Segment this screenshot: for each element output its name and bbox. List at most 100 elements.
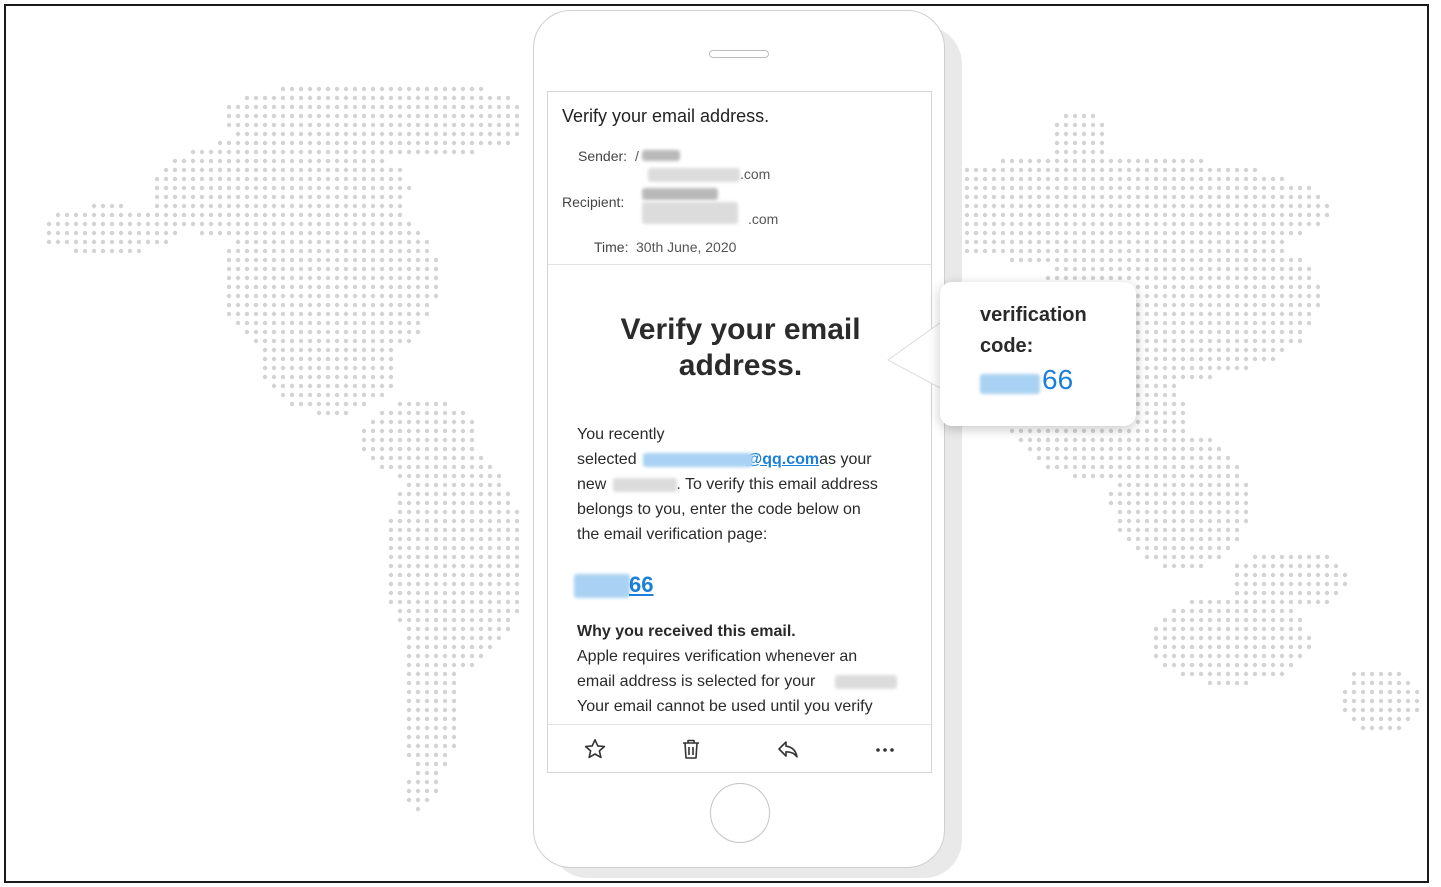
map-dot — [1063, 176, 1069, 182]
map-dot — [406, 266, 412, 272]
map-dot — [397, 239, 403, 245]
map-dot — [1189, 356, 1195, 362]
map-dot — [145, 239, 151, 245]
map-dot — [397, 338, 403, 344]
map-dot — [325, 113, 331, 119]
map-dot — [1162, 158, 1168, 164]
map-dot — [181, 212, 187, 218]
map-dot — [379, 302, 385, 308]
map-dot — [298, 392, 304, 398]
map-dot — [1126, 167, 1132, 173]
map-dot — [1162, 482, 1168, 488]
map-dot — [415, 680, 421, 686]
map-dot — [469, 662, 475, 668]
map-dot — [469, 572, 475, 578]
map-dot — [343, 212, 349, 218]
map-dot — [352, 230, 358, 236]
map-dot — [451, 635, 457, 641]
map-dot — [1072, 140, 1078, 146]
map-dot — [1270, 563, 1276, 569]
map-dot — [307, 320, 313, 326]
map-dot — [262, 158, 268, 164]
map-dot — [415, 401, 421, 407]
map-dot — [1153, 635, 1159, 641]
map-dot — [1288, 293, 1294, 299]
map-dot — [460, 653, 466, 659]
map-dot — [118, 248, 124, 254]
map-dot — [379, 230, 385, 236]
map-dot — [1108, 176, 1114, 182]
map-dot — [388, 293, 394, 299]
map-dot — [1090, 248, 1096, 254]
map-dot — [271, 95, 277, 101]
map-dot — [1189, 554, 1195, 560]
redacted-product — [835, 675, 897, 689]
map-dot — [1261, 617, 1267, 623]
map-dot — [190, 167, 196, 173]
map-dot — [1162, 626, 1168, 632]
map-dot — [424, 122, 430, 128]
map-dot — [1270, 293, 1276, 299]
map-dot — [1144, 365, 1150, 371]
map-dot — [424, 437, 430, 443]
map-dot — [1162, 329, 1168, 335]
map-dot — [1189, 338, 1195, 344]
map-dot — [361, 365, 367, 371]
map-dot — [1153, 383, 1159, 389]
map-dot — [1207, 203, 1213, 209]
reply-icon[interactable] — [776, 737, 800, 761]
map-dot — [1189, 536, 1195, 542]
map-dot — [1405, 698, 1411, 704]
map-dot — [496, 500, 502, 506]
map-dot — [226, 149, 232, 155]
map-dot — [451, 122, 457, 128]
map-dot — [415, 86, 421, 92]
map-dot — [316, 230, 322, 236]
map-dot — [1126, 275, 1132, 281]
map-dot — [1297, 320, 1303, 326]
map-dot — [1171, 266, 1177, 272]
map-dot — [1144, 347, 1150, 353]
map-dot — [415, 518, 421, 524]
map-dot — [1216, 662, 1222, 668]
email-link[interactable]: @qq.com — [747, 451, 820, 468]
map-dot — [424, 770, 430, 776]
map-dot — [82, 212, 88, 218]
map-dot — [244, 320, 250, 326]
more-icon[interactable] — [873, 737, 897, 761]
map-dot — [253, 194, 259, 200]
map-dot — [1225, 473, 1231, 479]
map-dot — [1288, 302, 1294, 308]
map-dot — [1054, 221, 1060, 227]
star-icon[interactable] — [583, 737, 607, 761]
verification-code-link[interactable]: 66 — [629, 572, 653, 598]
map-dot — [1180, 545, 1186, 551]
map-dot — [316, 365, 322, 371]
map-dot — [1171, 185, 1177, 191]
recipient-domain: .com — [748, 211, 779, 227]
map-dot — [280, 248, 286, 254]
map-dot — [1234, 293, 1240, 299]
map-dot — [253, 140, 259, 146]
map-dot — [991, 185, 997, 191]
map-dot — [424, 302, 430, 308]
map-dot — [1108, 158, 1114, 164]
map-dot — [460, 527, 466, 533]
map-dot — [361, 203, 367, 209]
map-dot — [964, 203, 970, 209]
map-dot — [1162, 176, 1168, 182]
map-dot — [415, 455, 421, 461]
map-dot — [325, 392, 331, 398]
recipient-name-redacted — [642, 188, 718, 200]
trash-icon[interactable] — [679, 737, 703, 761]
para-new: new — [577, 476, 607, 493]
map-dot — [1036, 428, 1042, 434]
map-dot — [1297, 284, 1303, 290]
map-dot — [370, 122, 376, 128]
map-dot — [1135, 266, 1141, 272]
map-dot — [406, 698, 412, 704]
map-dot — [1045, 446, 1051, 452]
map-dot — [451, 113, 457, 119]
map-dot — [1216, 545, 1222, 551]
map-dot — [415, 113, 421, 119]
